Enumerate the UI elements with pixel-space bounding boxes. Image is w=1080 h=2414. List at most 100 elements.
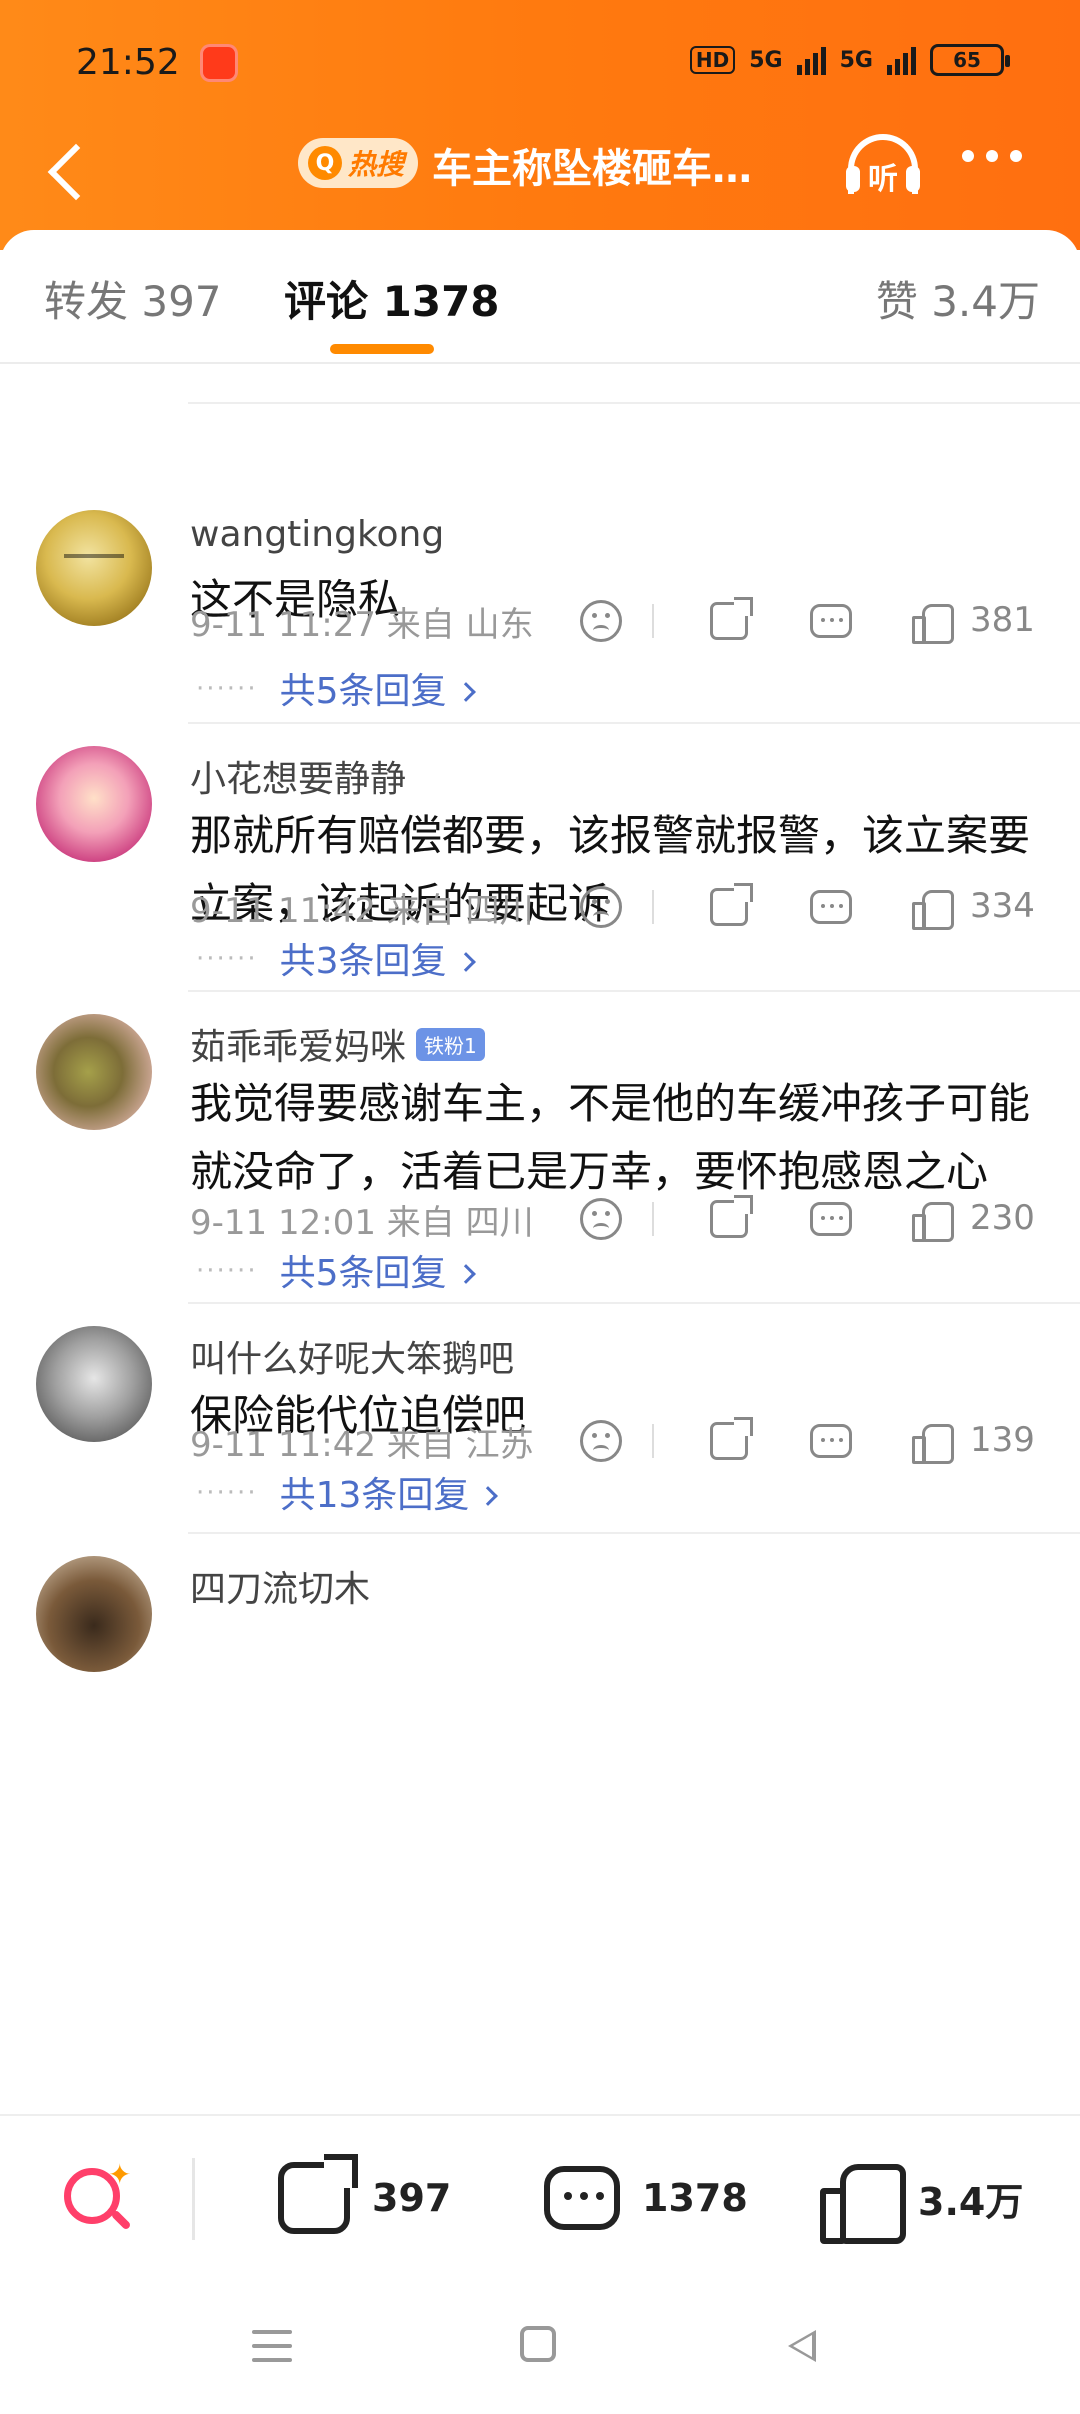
nav-bar: Q 热搜 车主称坠楼砸车… 听	[0, 120, 1080, 230]
chevron-right-icon	[478, 1486, 499, 1506]
comment-button[interactable]: 1378	[544, 2156, 748, 2240]
tab-comment[interactable]: 评论 1378	[284, 268, 500, 329]
view-replies-link[interactable]: ······ 共5条回复	[196, 662, 476, 714]
avatar[interactable]	[36, 746, 152, 862]
bottom-action-bar: ✦ 397 1378 3.4万	[0, 2114, 1080, 2274]
like-button[interactable]: 3.4万	[820, 2156, 1024, 2244]
status-bar: 21:52 HD 5G 5G 65	[0, 0, 1080, 120]
search-q-icon: Q	[308, 146, 342, 180]
hot-search-badge[interactable]: Q 热搜	[298, 138, 419, 188]
avatar[interactable]	[36, 510, 152, 626]
comment-time-location: 9-11 11:27 来自 山东	[190, 604, 534, 645]
fan-badge: 铁粉1	[416, 1028, 485, 1061]
comment-time-location: 9-11 11:42 来自 四川	[190, 890, 534, 931]
ellipsis-icon: ······	[196, 1256, 258, 1286]
comment-actions: 139	[580, 1416, 1050, 1466]
dislike-icon[interactable]	[580, 1198, 622, 1240]
comment-username[interactable]: wangtingkong	[190, 514, 444, 555]
listen-label: 听	[868, 162, 898, 197]
comment-count: 1378	[642, 2176, 748, 2220]
avatar[interactable]	[36, 1326, 152, 1442]
share-icon[interactable]	[710, 1195, 753, 1238]
view-replies-link[interactable]: ······ 共3条回复	[196, 932, 476, 984]
dot-icon	[986, 150, 998, 162]
notification-app-icon	[200, 44, 238, 82]
comment-meta: 9-11 11:27 来自 山东 381	[190, 596, 1050, 646]
dot-icon	[1010, 150, 1022, 162]
system-navigation-bar	[0, 2274, 1080, 2414]
divider	[188, 1302, 1080, 1304]
dislike-icon[interactable]	[580, 1420, 622, 1462]
view-replies-link[interactable]: ······ 共5条回复	[196, 1244, 476, 1296]
share-icon[interactable]	[710, 1417, 753, 1460]
like-count: 334	[970, 886, 1035, 926]
comment-actions: 230	[580, 1194, 1050, 1244]
like-count: 3.4万	[918, 2179, 1024, 2224]
comment-meta: 9-11 12:01 来自 四川 230	[190, 1194, 1050, 1244]
divider	[652, 1424, 654, 1458]
like-icon[interactable]	[912, 1200, 954, 1242]
avatar[interactable]	[36, 1556, 152, 1672]
thumbs-up-icon	[820, 2160, 906, 2244]
tab-repost[interactable]: 转发 397	[44, 268, 222, 329]
hd-icon: HD	[689, 46, 736, 74]
signal-icon-2	[887, 45, 916, 75]
replies-label: 共13条回复	[279, 1475, 470, 1516]
ellipsis-icon: ······	[196, 1478, 258, 1508]
battery-icon: 65	[930, 44, 1010, 76]
username-label: 茹乖乖爱妈咪	[190, 1027, 407, 1068]
like-count: 381	[970, 600, 1035, 640]
view-replies-link[interactable]: ······ 共13条回复	[196, 1466, 499, 1518]
like-count: 230	[970, 1198, 1035, 1238]
comment-meta: 9-11 11:42 来自 四川 334	[190, 882, 1050, 932]
tab-like[interactable]: 赞 3.4万	[876, 268, 1040, 329]
divider	[652, 604, 654, 638]
listen-button[interactable]: 听	[842, 128, 924, 200]
comment-actions: 334	[580, 882, 1050, 932]
divider	[652, 890, 654, 924]
status-indicators: HD 5G 5G 65	[689, 44, 1010, 76]
back-button[interactable]	[38, 130, 98, 210]
avatar[interactable]	[36, 1014, 152, 1130]
search-button[interactable]: ✦	[60, 2158, 136, 2240]
comment-meta: 9-11 11:42 来自 江苏 139	[190, 1416, 1050, 1466]
divider	[652, 1202, 654, 1236]
comment-username[interactable]: 小花想要静静	[190, 750, 406, 802]
avatar-face	[64, 554, 124, 568]
home-icon[interactable]	[520, 2326, 556, 2362]
menu-icon[interactable]	[252, 2330, 292, 2372]
like-icon[interactable]	[912, 888, 954, 930]
comment-text: 我觉得要感谢车主，不是他的车缓冲孩子可能就没命了，活着已是万幸，要怀抱感恩之心	[190, 1079, 1031, 1196]
reply-icon[interactable]	[810, 604, 852, 638]
comments-sheet: 转发 397 评论 1378 赞 3.4万 wangtingkong 这不是隐私…	[0, 230, 1080, 2414]
comment-time-location: 9-11 12:01 来自 四川	[190, 1202, 534, 1243]
back-triangle-icon[interactable]	[788, 2330, 816, 2362]
reply-icon[interactable]	[810, 1202, 852, 1236]
comment-username[interactable]: 四刀流切木	[190, 1560, 370, 1612]
like-icon[interactable]	[912, 602, 954, 644]
reply-icon[interactable]	[810, 890, 852, 924]
chevron-right-icon	[455, 682, 476, 702]
sparkle-icon: ✦	[108, 2158, 132, 2191]
divider	[188, 990, 1080, 992]
share-icon[interactable]	[710, 883, 753, 926]
reply-icon[interactable]	[810, 1424, 852, 1458]
comment-username[interactable]: 叫什么好呢大笨鹅吧	[190, 1330, 514, 1382]
divider	[0, 362, 1080, 364]
dislike-icon[interactable]	[580, 886, 622, 928]
dislike-icon[interactable]	[580, 600, 622, 642]
repost-button[interactable]: 397	[278, 2154, 452, 2240]
comment-actions: 381	[580, 596, 1050, 646]
divider	[188, 402, 1080, 404]
repost-count: 397	[372, 2176, 452, 2220]
comment-icon	[544, 2166, 620, 2230]
share-icon[interactable]	[710, 597, 753, 640]
comment-username[interactable]: 茹乖乖爱妈咪 铁粉1	[190, 1018, 485, 1070]
status-time: 21:52	[76, 42, 180, 83]
share-icon	[278, 2154, 358, 2234]
more-options-button[interactable]	[962, 150, 1022, 162]
search-icon-handle	[110, 2209, 132, 2231]
replies-label: 共5条回复	[279, 1253, 447, 1294]
like-icon[interactable]	[912, 1422, 954, 1464]
replies-label: 共3条回复	[279, 941, 447, 982]
